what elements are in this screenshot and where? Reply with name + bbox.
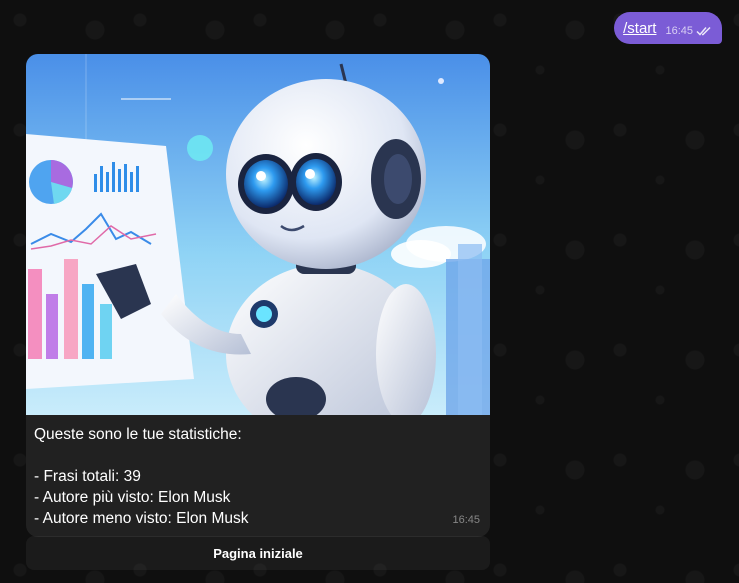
caption-line: - Autore meno visto: Elon Musk: [34, 510, 249, 527]
robot-statistics-image[interactable]: [26, 54, 490, 415]
chat-area: /start 16:45 Queste sono le tue statisti…: [0, 0, 739, 583]
caption-line: - Autore più visto: Elon Musk: [34, 489, 231, 506]
caption-line: Queste sono le tue statistiche:: [34, 426, 242, 443]
outgoing-message[interactable]: /start 16:45: [614, 12, 722, 44]
outgoing-message-meta: 16:45: [665, 25, 712, 37]
caption-line: - Frasi totali: 39: [34, 468, 141, 485]
incoming-message-time: 16:45: [452, 514, 480, 526]
message-caption: Queste sono le tue statistiche: - Frasi …: [26, 415, 490, 537]
double-check-icon: [696, 26, 711, 36]
home-page-button[interactable]: Pagina iniziale: [26, 536, 490, 570]
outgoing-message-text[interactable]: /start: [623, 20, 656, 37]
caption-line: [34, 445, 482, 466]
outgoing-message-time: 16:45: [665, 25, 693, 37]
incoming-message[interactable]: Queste sono le tue statistiche: - Frasi …: [26, 54, 490, 537]
